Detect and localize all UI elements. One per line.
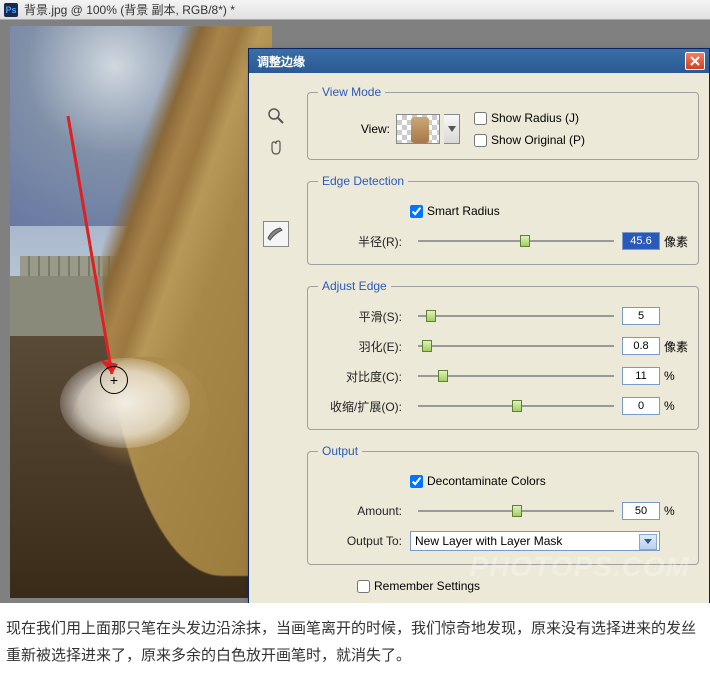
contrast-slider[interactable] [418, 367, 614, 385]
annotation-arrow [40, 116, 130, 396]
chevron-down-icon [644, 539, 652, 544]
canvas-area: 调整边缘 [0, 20, 710, 603]
dialog-title: 调整边缘 [253, 53, 685, 70]
decontaminate-checkbox[interactable]: Decontaminate Colors [410, 474, 546, 488]
adjust-edge-group: Adjust Edge 平滑(S): 羽化(E): 像素 [307, 279, 699, 430]
amount-slider[interactable] [418, 502, 614, 520]
adjust-edge-legend: Adjust Edge [318, 279, 391, 293]
output-to-select[interactable]: New Layer with Layer Mask [410, 531, 660, 551]
caption-text: 现在我们用上面那只笔在头发边沿涂抹，当画笔离开的时候，我们惊奇地发现，原来没有选… [0, 603, 710, 681]
feather-input[interactable] [622, 337, 660, 355]
feather-unit: 像素 [664, 338, 688, 355]
app-title-bar: Ps 背景.jpg @ 100% (背景 副本, RGB/8*) * [0, 0, 710, 20]
contrast-input[interactable] [622, 367, 660, 385]
shift-input[interactable] [622, 397, 660, 415]
show-original-checkbox[interactable]: Show Original (P) [474, 133, 585, 147]
close-icon [690, 56, 700, 66]
smooth-label: 平滑(S): [318, 308, 402, 325]
radius-slider[interactable] [418, 232, 614, 250]
hand-tool[interactable] [263, 135, 289, 161]
output-to-label: Output To: [318, 534, 402, 548]
output-legend: Output [318, 444, 362, 458]
document-photo[interactable] [10, 26, 272, 598]
output-group: Output Decontaminate Colors Amount: % [307, 444, 699, 565]
magnifier-icon [267, 107, 285, 125]
show-radius-checkbox[interactable]: Show Radius (J) [474, 111, 585, 125]
shift-slider[interactable] [418, 397, 614, 415]
view-dropdown-arrow[interactable] [444, 114, 460, 144]
chevron-down-icon [448, 126, 456, 132]
refine-brush-tool[interactable] [263, 221, 289, 247]
contrast-label: 对比度(C): [318, 368, 402, 385]
radius-unit: 像素 [664, 233, 688, 250]
tool-column [263, 103, 293, 253]
brush-cursor [100, 366, 128, 394]
feather-label: 羽化(E): [318, 338, 402, 355]
view-mode-legend: View Mode [318, 85, 385, 99]
smart-radius-checkbox[interactable]: Smart Radius [410, 204, 500, 218]
edge-detection-group: Edge Detection Smart Radius 半径(R): [307, 174, 699, 265]
edge-detection-legend: Edge Detection [318, 174, 408, 188]
radius-input[interactable] [622, 232, 660, 250]
amount-label: Amount: [318, 504, 402, 518]
shift-label: 收缩/扩展(O): [318, 398, 402, 415]
close-button[interactable] [685, 52, 705, 70]
watermark: PHOTOPS.COM [469, 551, 690, 583]
view-mode-group: View Mode View: Show Radius (J) [307, 85, 699, 160]
shift-unit: % [664, 399, 688, 413]
feather-slider[interactable] [418, 337, 614, 355]
contrast-unit: % [664, 369, 688, 383]
smooth-input[interactable] [622, 307, 660, 325]
document-title: 背景.jpg @ 100% (背景 副本, RGB/8*) * [24, 1, 235, 18]
smooth-slider[interactable] [418, 307, 614, 325]
amount-unit: % [664, 504, 688, 518]
view-thumbnail[interactable] [396, 114, 440, 144]
hand-icon [267, 139, 285, 157]
amount-input[interactable] [622, 502, 660, 520]
zoom-tool[interactable] [263, 103, 289, 129]
brush-icon [266, 226, 286, 242]
radius-label: 半径(R): [318, 233, 402, 250]
photoshop-icon: Ps [4, 3, 18, 17]
dialog-titlebar[interactable]: 调整边缘 [249, 49, 709, 73]
view-label: View: [318, 122, 390, 136]
refine-edge-dialog: 调整边缘 [248, 48, 710, 603]
